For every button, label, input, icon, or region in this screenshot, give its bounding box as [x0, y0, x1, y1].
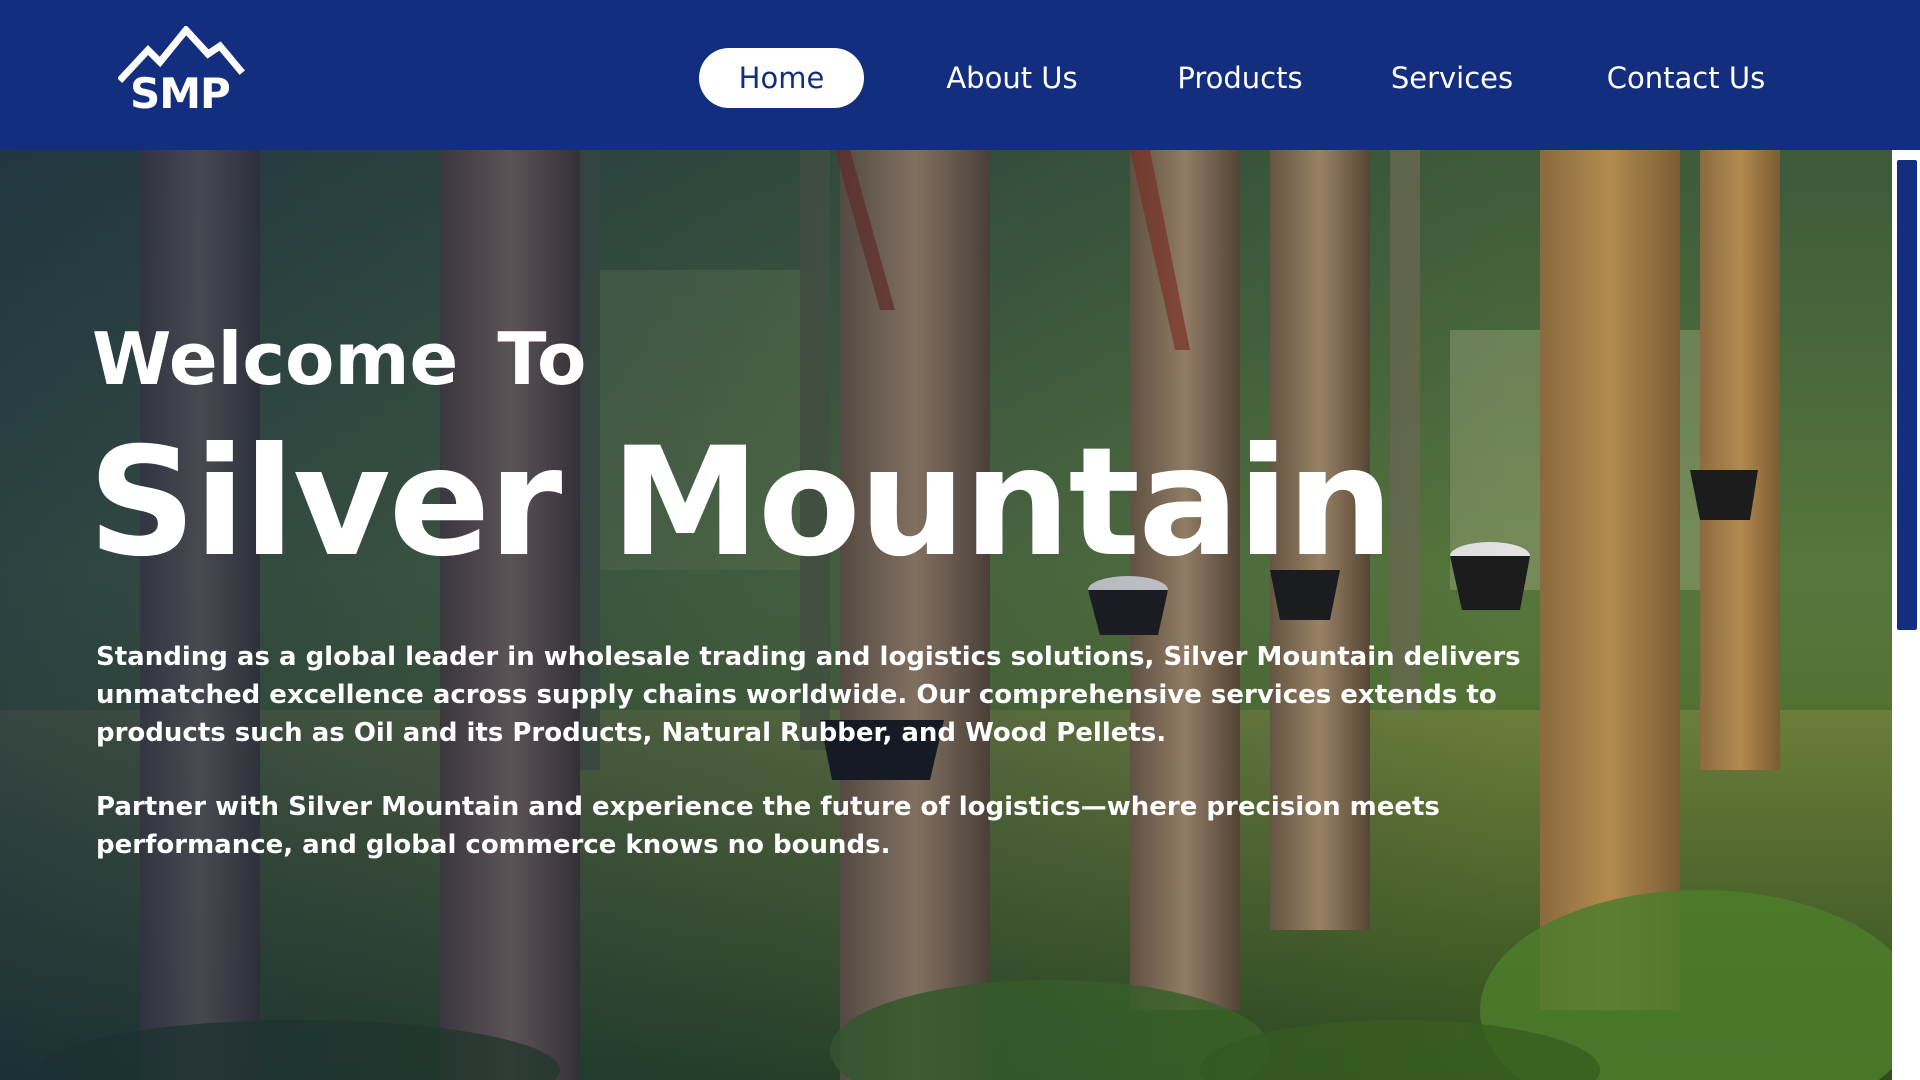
nav-home[interactable]: Home	[699, 48, 864, 108]
page-scrollbar[interactable]	[1892, 150, 1920, 1080]
smp-logo[interactable]: SMP	[118, 26, 248, 118]
hero-overlay	[0, 150, 1892, 1080]
nav-about-us[interactable]: About Us	[930, 48, 1094, 108]
hero-title: Silver Mountain	[88, 416, 1394, 590]
nav-products[interactable]: Products	[1160, 48, 1320, 108]
hero-paragraph-1: Standing as a global leader in wholesale…	[96, 642, 1521, 748]
hero-paragraph-2: Partner with Silver Mountain and experie…	[96, 792, 1440, 860]
hero-section: Welcome To Silver Mountain Standing as a…	[0, 150, 1892, 1080]
logo-text: SMP	[130, 69, 231, 118]
scrollbar-thumb[interactable]	[1897, 160, 1917, 630]
nav-services[interactable]: Services	[1384, 48, 1520, 108]
site-header: SMP Home About Us Products Services Cont…	[0, 0, 1920, 150]
nav-contact-us[interactable]: Contact Us	[1592, 48, 1780, 108]
hero-welcome-text: Welcome To	[92, 317, 587, 401]
